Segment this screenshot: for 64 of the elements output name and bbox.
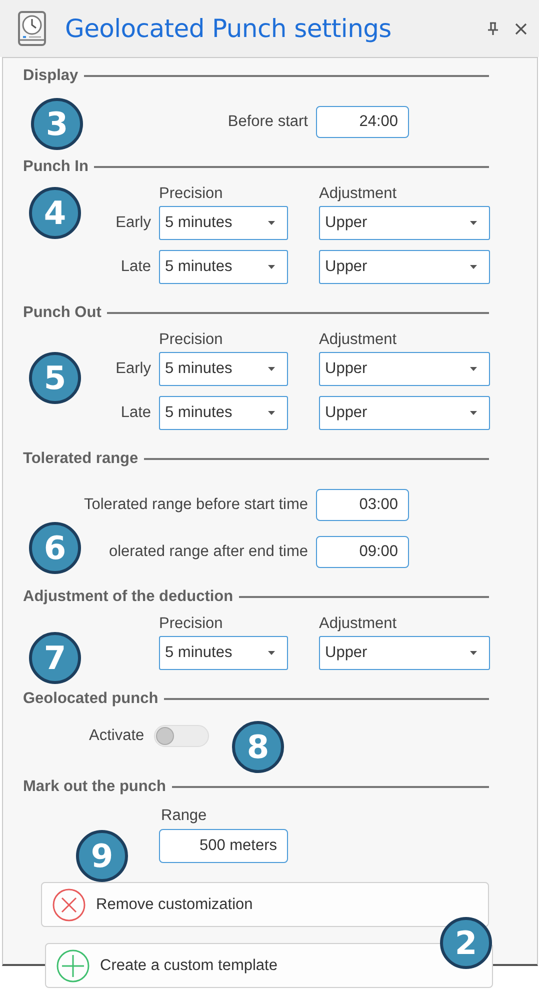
row-label: Early — [116, 214, 151, 232]
input-field[interactable]: 500 meters — [159, 829, 288, 863]
section-heading: Mark out the punch — [23, 778, 166, 796]
dropdown[interactable]: 5 minutes — [159, 206, 288, 240]
section-heading: Display — [23, 67, 78, 85]
dropdown-value: Upper — [325, 644, 368, 662]
dropdown-value: Upper — [325, 360, 368, 378]
dropdown[interactable]: 5 minutes — [159, 396, 288, 430]
input-field[interactable]: 09:00 — [316, 536, 409, 568]
dropdown[interactable]: 5 minutes — [159, 352, 288, 386]
dropdown[interactable]: Upper — [319, 206, 490, 240]
caret-icon — [470, 651, 477, 655]
row-label: Early — [116, 360, 151, 378]
dropdown[interactable]: 5 minutes — [159, 636, 288, 670]
input-field[interactable]: 03:00 — [316, 489, 409, 521]
toggle-label: Activate — [89, 727, 144, 745]
plus-circle-icon — [56, 948, 90, 982]
field-label: olerated range after end time — [108, 543, 308, 561]
dropdown-value: 5 minutes — [165, 644, 232, 662]
row-label: Late — [120, 258, 151, 276]
close-circle-icon — [52, 888, 86, 922]
dropdown-value: 5 minutes — [165, 404, 232, 422]
column-label: Adjustment — [319, 615, 398, 633]
field-label: Before start — [228, 113, 308, 131]
dropdown-value: Upper — [325, 214, 368, 232]
dropdown-value: Upper — [325, 258, 368, 276]
caret-icon — [268, 265, 275, 269]
field-label: Range — [161, 807, 207, 825]
caret-icon — [268, 651, 275, 655]
dropdown-value: Upper — [325, 404, 368, 422]
column-label: Precision — [159, 331, 224, 349]
row-label: Late — [120, 404, 151, 422]
caret-icon — [470, 367, 477, 371]
dropdown[interactable]: Upper — [319, 396, 490, 430]
caret-icon — [470, 221, 477, 225]
pin-icon[interactable] — [487, 22, 499, 36]
dropdown-value: 5 minutes — [165, 360, 232, 378]
section-heading: Tolerated range — [23, 450, 138, 468]
toggle-switch[interactable] — [154, 725, 210, 747]
remove-button[interactable]: Remove customization — [41, 882, 489, 927]
close-icon[interactable] — [515, 22, 527, 34]
dropdown[interactable]: Upper — [319, 352, 490, 386]
caret-icon — [470, 411, 477, 415]
section-heading: Punch In — [23, 158, 88, 176]
column-label: Adjustment — [319, 331, 398, 349]
column-label: Precision — [159, 615, 224, 633]
dropdown[interactable]: Upper — [319, 250, 490, 284]
section-heading: Geolocated punch — [23, 690, 158, 708]
field-label: Tolerated range before start time — [84, 496, 308, 514]
window-title: Geolocated Punch settings — [65, 14, 392, 43]
section-heading: Punch Out — [23, 304, 102, 322]
dropdown-value: 5 minutes — [165, 214, 232, 232]
dropdown[interactable]: 5 minutes — [159, 250, 288, 284]
caret-icon — [268, 367, 275, 371]
section-heading: Adjustment of the deduction — [23, 588, 234, 606]
input-field[interactable]: 24:00 — [316, 106, 409, 138]
caret-icon — [470, 265, 477, 269]
caret-icon — [268, 221, 275, 225]
caret-icon — [268, 411, 275, 415]
dropdown-value: 5 minutes — [165, 258, 232, 276]
column-label: Precision — [159, 185, 224, 203]
column-label: Adjustment — [319, 185, 398, 203]
clock-device-icon — [17, 10, 47, 46]
dropdown[interactable]: Upper — [319, 636, 490, 670]
